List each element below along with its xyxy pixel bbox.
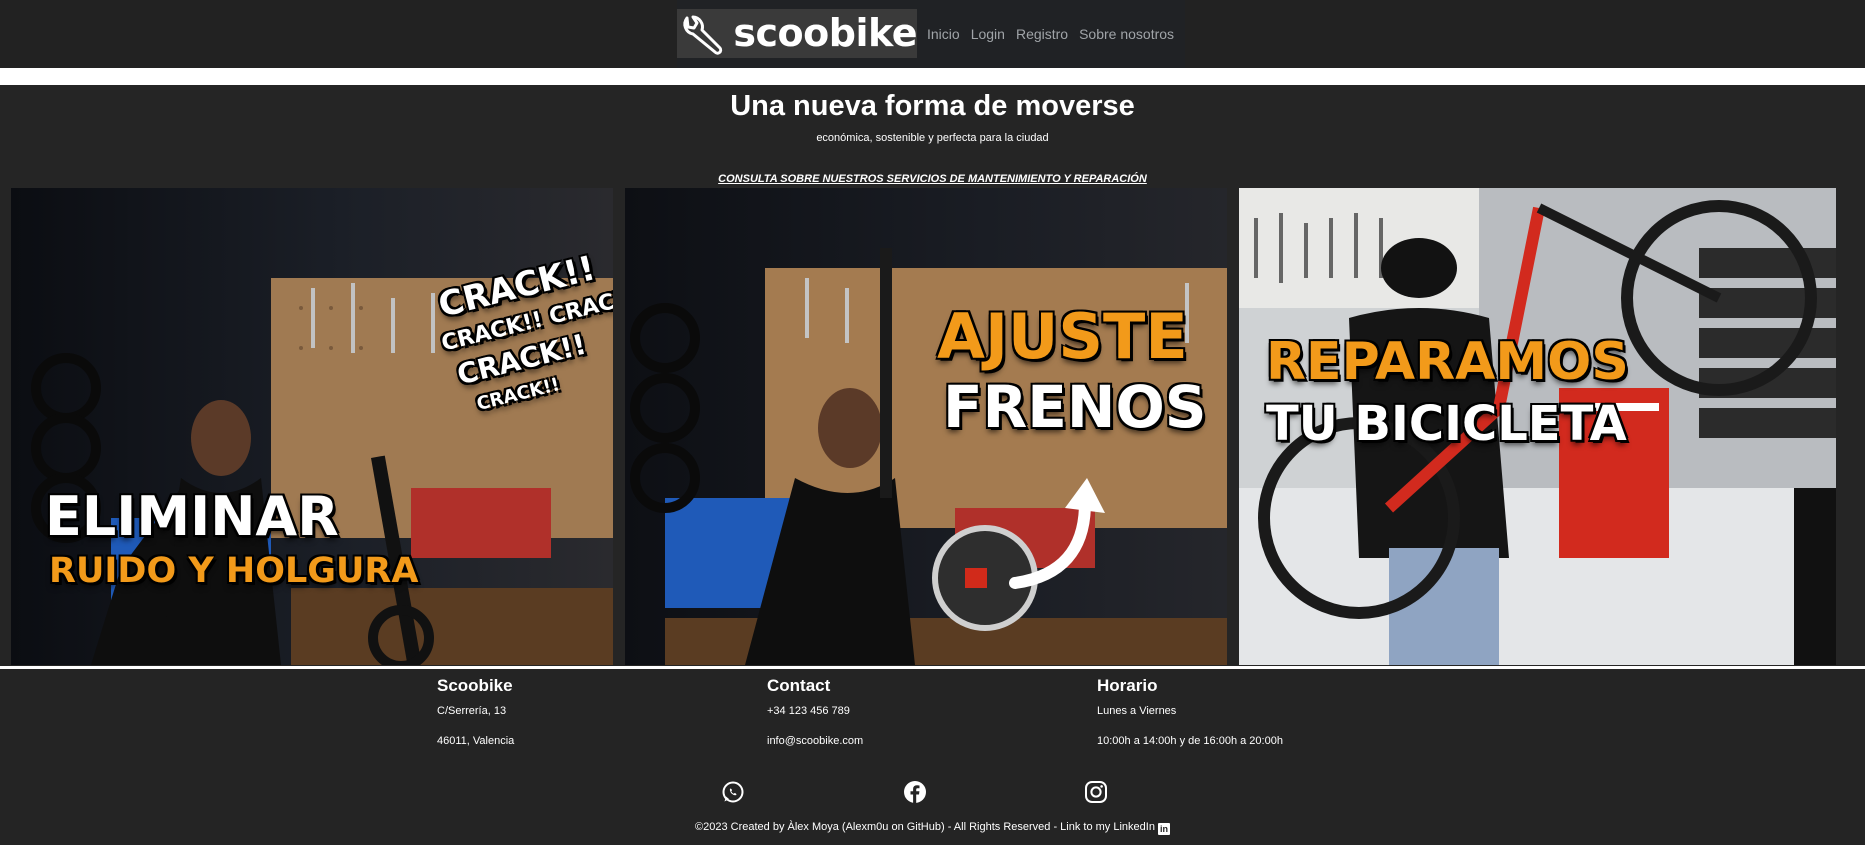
copyright-text: ©2023 Created by Àlex Moya (Alexm0u on G… <box>695 821 1155 833</box>
footer-phone[interactable]: +34 123 456 789 <box>767 704 850 718</box>
footer-hours-days: Lunes a Viernes <box>1097 705 1177 717</box>
services-link[interactable]: CONSULTA SOBRE NUESTROS SERVICIOS DE MAN… <box>0 171 1865 187</box>
card-title-line2: TU BICICLETA <box>1266 396 1627 452</box>
card-title-line1: AJUSTE <box>937 300 1188 373</box>
card-title-line2: FRENOS <box>943 373 1207 441</box>
footer-address-line1: C/Serrería, 13 <box>437 705 507 717</box>
copyright: ©2023 Created by Àlex Moya (Alexm0u on G… <box>0 819 1865 835</box>
service-card-noise[interactable]: CRACK!! CRACK!! CRACK!! CRACK!! CRACK!! … <box>11 188 613 665</box>
footer-heading-contact: Contact <box>767 676 831 695</box>
header-divider-band <box>0 68 1865 85</box>
main-nav: Inicio Login Registro Sobre nosotros <box>927 24 1174 44</box>
footer-email[interactable]: info@scoobike.com <box>767 734 863 748</box>
instagram-icon[interactable] <box>1084 780 1108 804</box>
footer-hours-times: 10:00h a 14:00h y de 16:00h a 20:00h <box>1097 735 1283 747</box>
nav-link-inicio[interactable]: Inicio <box>927 24 960 44</box>
linkedin-icon[interactable]: in <box>1157 823 1170 835</box>
brand-logo[interactable]: scoobike <box>677 9 917 58</box>
footer-col-contact: Contact +34 123 456 789 info@scoobike.co… <box>767 676 863 747</box>
facebook-icon[interactable] <box>903 780 927 804</box>
card-title-line1: ELIMINAR <box>45 485 339 548</box>
footer-col-company: Scoobike C/Serrería, 13 46011, Valencia <box>437 676 514 747</box>
footer-address-line2: 46011, Valencia <box>437 735 515 747</box>
page-subtitle: económica, sostenible y perfecta para la… <box>816 132 1049 144</box>
service-card-bicycle[interactable]: REPARAMOS TU BICICLETA <box>1239 188 1836 665</box>
nav-link-registro[interactable]: Registro <box>1016 24 1068 44</box>
curved-arrow-icon <box>1009 478 1105 589</box>
nav-link-login[interactable]: Login <box>971 24 1005 44</box>
card-title-line1: REPARAMOS <box>1266 332 1629 392</box>
footer-heading-company: Scoobike <box>437 676 513 695</box>
nav-link-sobre-nosotros[interactable]: Sobre nosotros <box>1079 24 1174 44</box>
brand-name: scoobike <box>733 11 917 55</box>
workshop-photo-1 <box>11 188 613 665</box>
page-title: Una nueva forma de moverse <box>730 90 1135 122</box>
card-title-line2: RUIDO Y HOLGURA <box>49 551 419 591</box>
footer-heading-hours: Horario <box>1097 676 1158 695</box>
footer-col-hours: Horario Lunes a Viernes 10:00h a 14:00h … <box>1097 676 1283 747</box>
service-card-brakes[interactable]: AJUSTE FRENOS <box>625 188 1227 665</box>
wrench-icon <box>677 9 727 58</box>
whatsapp-icon[interactable] <box>721 780 745 804</box>
